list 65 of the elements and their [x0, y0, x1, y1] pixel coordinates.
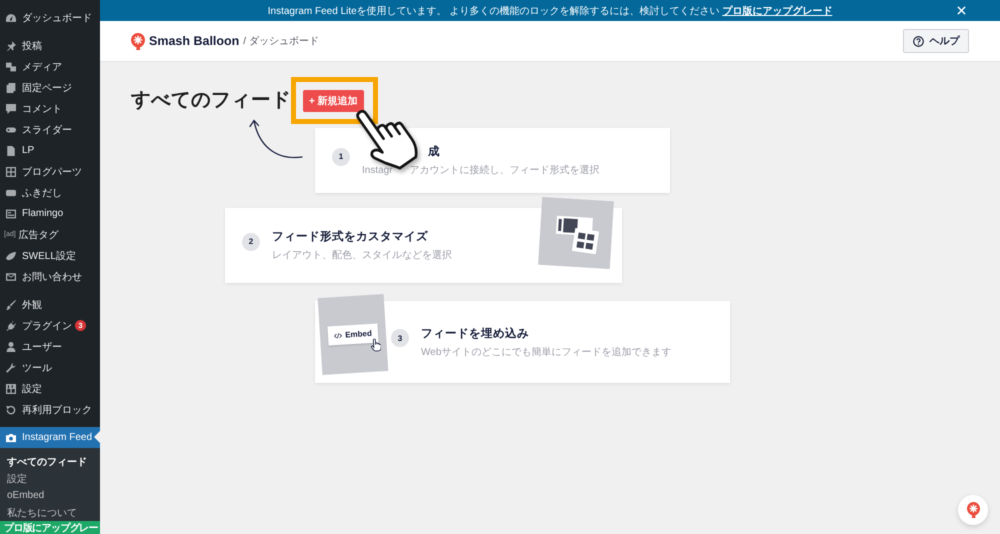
sidebar-item[interactable]: Flamingo — [0, 203, 100, 224]
speech-bubble-icon — [6, 104, 16, 114]
pushpin-icon — [6, 40, 16, 50]
question-circle-icon — [912, 36, 924, 46]
step-description: Instagr — [362, 164, 393, 177]
sidebar-item[interactable]: ユーザー — [0, 336, 100, 357]
paintbrush-icon — [6, 300, 16, 310]
camera-icon — [6, 432, 16, 442]
embed-text: Embed — [344, 328, 372, 340]
sidebar-item[interactable]: 固定ページ — [0, 77, 100, 98]
slides-icon — [6, 124, 16, 134]
sidebar-item[interactable]: ふきだし — [0, 182, 100, 203]
sidebar-item[interactable]: ダッシュボード — [0, 7, 100, 28]
circular-arrow-icon — [6, 404, 16, 414]
sidebar-item[interactable]: 再利用ブロック — [0, 399, 100, 420]
step-number: 2 — [242, 232, 260, 250]
submenu-item[interactable]: 設定 — [0, 470, 100, 487]
rounded-rectangle-icon — [6, 188, 16, 198]
curved-arrow — [248, 118, 303, 160]
step-description: レイアウト、配色、スタイルなどを選択 — [272, 249, 452, 262]
grid-icon — [6, 166, 16, 176]
code-icon — [334, 332, 342, 339]
sidebar-item[interactable]: ブログパーツ — [0, 161, 100, 182]
step-description: アカウントに接続し、フィード形式を選択 — [410, 164, 600, 177]
notice-text: Instagram Feed Liteを使用しています。 より多くの機能のロックを解除するには、検討してください プロ版にアップグレード — [268, 4, 832, 18]
submenu-item[interactable]: すべてのフィード — [0, 453, 100, 470]
balloon-logo-icon — [966, 502, 980, 518]
step-title: フィード形式をカスタマイズ — [272, 229, 429, 245]
add-new-button[interactable]: + 新規追加 — [303, 90, 364, 112]
sidebar-item[interactable]: 外観 — [0, 294, 100, 315]
breadcrumb: / ダッシュボード — [243, 35, 319, 48]
id-card-icon — [6, 208, 16, 218]
gauge-icon — [6, 12, 16, 22]
step-number: 1 — [332, 148, 350, 166]
submenu-item[interactable]: oEmbed — [0, 487, 100, 504]
submenu-item[interactable]: 私たちについて — [0, 504, 100, 521]
sidebar-item[interactable]: LP — [0, 140, 100, 161]
close-icon[interactable] — [957, 6, 966, 15]
page-title: すべてのフィード — [131, 90, 291, 110]
sidebar-item[interactable]: Instagram Feed — [0, 427, 100, 448]
sidebar-item[interactable]: 投稿 — [0, 35, 100, 56]
settings-icon — [6, 384, 16, 394]
sidebar-item[interactable]: 設定 — [0, 378, 100, 399]
brand-name: Smash Balloon — [149, 34, 240, 48]
sidebar-item[interactable]: ツール — [0, 357, 100, 378]
leaf-icon — [6, 250, 16, 260]
step-title: 成 — [427, 144, 441, 160]
step-description: Webサイトのどこにでも簡単にフィードを追加できます — [421, 346, 672, 358]
envelope-icon — [6, 272, 16, 282]
step-number: 3 — [391, 329, 409, 347]
sidebar-item[interactable]: スライダー — [0, 119, 100, 140]
images-icon — [6, 62, 16, 72]
upgrade-link[interactable]: プロ版にアップグレード — [722, 6, 832, 16]
plug-icon — [6, 320, 16, 330]
help-button[interactable]: ヘルプ — [903, 29, 969, 53]
sidebar-item[interactable]: メディア — [0, 56, 100, 77]
user-icon — [6, 342, 16, 352]
sidebar-item[interactable]: コメント — [0, 98, 100, 119]
wrench-icon — [6, 362, 16, 372]
pages-icon — [6, 82, 16, 92]
sidebar-item[interactable]: SWELL設定 — [0, 245, 100, 266]
sidebar-item[interactable]: お問い合わせ — [0, 266, 100, 287]
step-title: フィードを埋め込み — [421, 326, 530, 342]
balloon-logo-icon — [131, 32, 145, 50]
document-icon — [6, 146, 16, 156]
